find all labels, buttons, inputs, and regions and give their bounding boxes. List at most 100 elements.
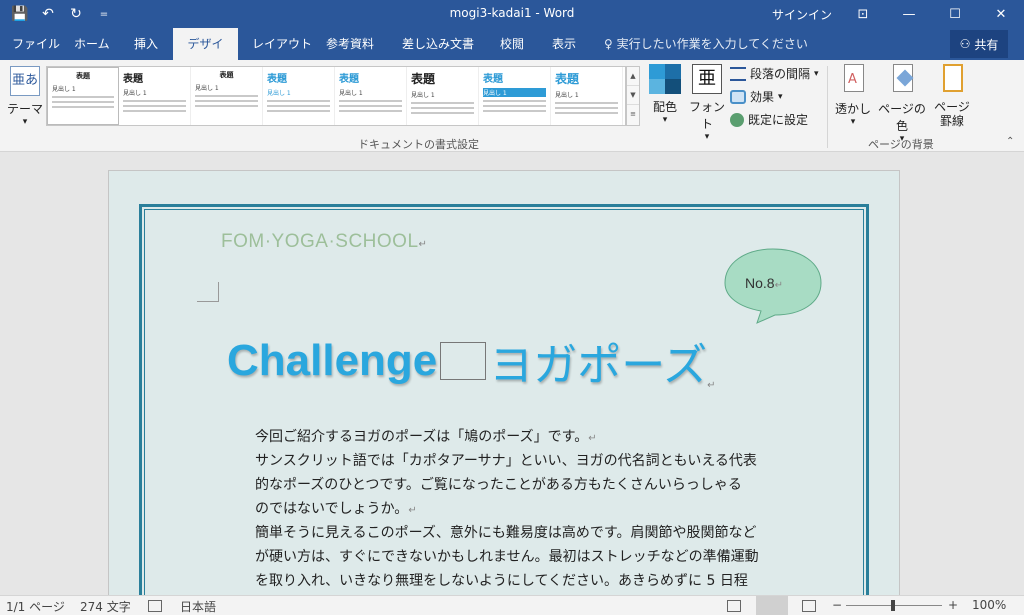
- chevron-down-icon: ▾: [778, 92, 783, 102]
- style-set-item[interactable]: 表題 見出し 1: [191, 67, 263, 125]
- watermark-icon: A: [838, 64, 868, 96]
- tell-me-search[interactable]: ♀ 実行したい作業を入力してください: [604, 28, 808, 60]
- paragraph-spacing-label: 段落の間隔: [750, 67, 811, 81]
- print-layout-icon[interactable]: [756, 596, 788, 615]
- chevron-down-icon: ▾: [814, 69, 819, 79]
- themes-label: テーマ: [6, 102, 43, 116]
- style-set-item[interactable]: 表題 見出し 1: [479, 67, 551, 125]
- body-paragraph-line[interactable]: のではないでしょうか。↵: [255, 497, 417, 523]
- issue-number: No.8↵: [745, 275, 783, 291]
- zoom-in-button[interactable]: +: [948, 598, 958, 612]
- body-paragraph-line[interactable]: を取り入れ、いきなり無理をしないようにしてください。あきらめずに 5 日程: [255, 569, 748, 593]
- web-layout-icon[interactable]: [802, 600, 816, 612]
- paragraph-spacing-button[interactable]: 段落の間隔 ▾: [730, 64, 819, 84]
- fonts-label: フォント: [688, 100, 725, 131]
- group-separator: [827, 66, 828, 148]
- title-bar: 💾 ↶ ↻ = mogi3-kadai1 - Word サインイン ⊡ — ☐ …: [0, 0, 1024, 28]
- style-set-item[interactable]: 表題 見出し 1: [407, 67, 479, 125]
- read-mode-icon[interactable]: [727, 600, 741, 612]
- maximize-button[interactable]: ☐: [932, 0, 978, 28]
- zoom-level[interactable]: 100%: [972, 598, 1006, 612]
- tab-layout[interactable]: レイアウト: [242, 28, 322, 60]
- zoom-out-button[interactable]: −: [832, 598, 842, 612]
- page-color-button[interactable]: ページの色 ▾: [874, 64, 930, 144]
- close-button[interactable]: ✕: [978, 0, 1024, 28]
- tab-insert[interactable]: 挿入: [124, 28, 168, 60]
- user-icon: ⚇: [959, 37, 971, 51]
- style-set-item[interactable]: 表題 見出し 1: [47, 67, 119, 125]
- ribbon-tabs: ファイル ホーム 挿入 デザイン レイアウト 参考資料 差し込み文書 校閲 表示…: [0, 28, 1024, 83]
- paragraph-spacing-icon: [730, 67, 746, 81]
- gallery-up-icon[interactable]: ▲: [627, 67, 639, 86]
- tab-view[interactable]: 表示: [542, 28, 586, 60]
- group-label-page-background: ページの背景: [868, 138, 934, 151]
- style-set-item[interactable]: 表題 見出し 1: [335, 67, 407, 125]
- body-paragraph-line[interactable]: 的なポーズのひとつです。ご覧になったことがある方もたくさんいらっしゃる: [255, 473, 742, 497]
- body-paragraph-line[interactable]: が硬い方は、すぐにできないかもしれません。最初はストレッチなどの準備運動: [255, 545, 759, 569]
- headline-latin: Challenge: [227, 336, 438, 385]
- set-as-default-button[interactable]: 既定に設定: [730, 110, 808, 130]
- chevron-down-icon: ▾: [704, 132, 710, 142]
- ribbon-display-options-icon[interactable]: ⊡: [840, 0, 886, 28]
- lightbulb-icon: ♀: [604, 37, 613, 51]
- sign-in-link[interactable]: サインイン: [772, 6, 832, 23]
- gallery-more-icon[interactable]: ≡: [627, 105, 639, 124]
- word-count[interactable]: 274 文字: [80, 598, 131, 615]
- share-label: 共有: [974, 37, 999, 52]
- chevron-down-icon: ▾: [850, 117, 856, 127]
- watermark-button[interactable]: A 透かし ▾: [834, 64, 872, 127]
- style-set-item[interactable]: 表題 見出し 1: [551, 67, 623, 125]
- page-borders-icon: [937, 64, 967, 96]
- chevron-down-icon: ▾: [662, 115, 668, 125]
- headline-japanese: ヨガポーズ: [489, 341, 708, 390]
- headline[interactable]: Challenge ヨガポーズ ↵: [227, 331, 715, 391]
- body-paragraph-line[interactable]: 簡単そうに見えるこのポーズ、意外にも難易度は高めです。肩関節や股関節など: [255, 521, 756, 545]
- page-borders-label: ページ 罫線: [934, 100, 970, 128]
- ribbon-design: 亜あ テーマ ▾ 表題 見出し 1 表題 見出し 1 表題 見出し 1 表題 見…: [0, 60, 1024, 152]
- page-borders-button[interactable]: ページ 罫線: [934, 64, 970, 128]
- style-set-gallery: 表題 見出し 1 表題 見出し 1 表題 見出し 1 表題 見出し 1 表題 見…: [46, 66, 626, 126]
- gallery-down-icon[interactable]: ▼: [627, 86, 639, 105]
- set-as-default-label: 既定に設定: [748, 113, 809, 127]
- document-canvas: FOM·YOGA·SCHOOL↵ No.8↵ Challenge ヨガポーズ ↵…: [0, 152, 1024, 595]
- fonts-button[interactable]: 亜 フォント ▾: [688, 64, 726, 142]
- document-page[interactable]: FOM·YOGA·SCHOOL↵ No.8↵ Challenge ヨガポーズ ↵…: [108, 170, 900, 595]
- headline-space-box: [440, 342, 487, 380]
- text-boundary-mark: [197, 282, 219, 302]
- tab-home[interactable]: ホーム: [64, 28, 120, 60]
- colors-button[interactable]: 配色 ▾: [646, 64, 684, 125]
- school-name[interactable]: FOM·YOGA·SCHOOL↵: [221, 231, 427, 253]
- tab-review[interactable]: 校閲: [490, 28, 534, 60]
- zoom-slider-thumb[interactable]: [891, 600, 895, 611]
- font-icon: 亜: [692, 64, 722, 94]
- effects-button[interactable]: 効果 ▾: [730, 87, 783, 107]
- effects-icon: [730, 90, 746, 104]
- paragraph-mark: ↵: [707, 380, 716, 391]
- collapse-ribbon-icon[interactable]: ⌃: [1006, 136, 1014, 147]
- tab-mailings[interactable]: 差し込み文書: [392, 28, 484, 60]
- minimize-button[interactable]: —: [886, 0, 932, 28]
- themes-button[interactable]: 亜あ テーマ ▾: [6, 64, 44, 134]
- tab-references[interactable]: 参考資料: [316, 28, 384, 60]
- body-paragraph-line[interactable]: サンスクリット語では「カポタアーサナ」といい、ヨガの代名詞ともいえる代表: [255, 449, 757, 473]
- body-paragraph-line[interactable]: 今回ご紹介するヨガのポーズは「鳩のポーズ」です。↵: [255, 425, 597, 451]
- effects-label: 効果: [750, 90, 775, 104]
- style-set-item[interactable]: 表題 見出し 1: [263, 67, 335, 125]
- chevron-down-icon: ▾: [22, 117, 28, 127]
- tell-me-placeholder: 実行したい作業を入力してください: [616, 37, 808, 51]
- share-button[interactable]: ⚇ 共有: [950, 30, 1008, 58]
- language[interactable]: 日本語: [180, 598, 216, 615]
- page-count[interactable]: 1/1 ページ: [6, 598, 65, 615]
- tab-file[interactable]: ファイル: [2, 28, 70, 60]
- page-color-label: ページの色: [878, 102, 926, 133]
- tab-design[interactable]: デザイン: [173, 28, 238, 83]
- colors-label: 配色: [652, 100, 677, 114]
- paragraph-mark: ↵: [418, 239, 428, 250]
- themes-icon: 亜あ: [10, 66, 40, 96]
- group-label-document-formatting: ドキュメントの書式設定: [358, 138, 479, 151]
- proofing-icon[interactable]: [148, 600, 162, 612]
- check-icon: [730, 113, 744, 127]
- watermark-label: 透かし: [834, 102, 871, 116]
- status-bar: 1/1 ページ 274 文字 日本語 − + 100%: [0, 595, 1024, 615]
- style-set-item[interactable]: 表題 見出し 1: [119, 67, 191, 125]
